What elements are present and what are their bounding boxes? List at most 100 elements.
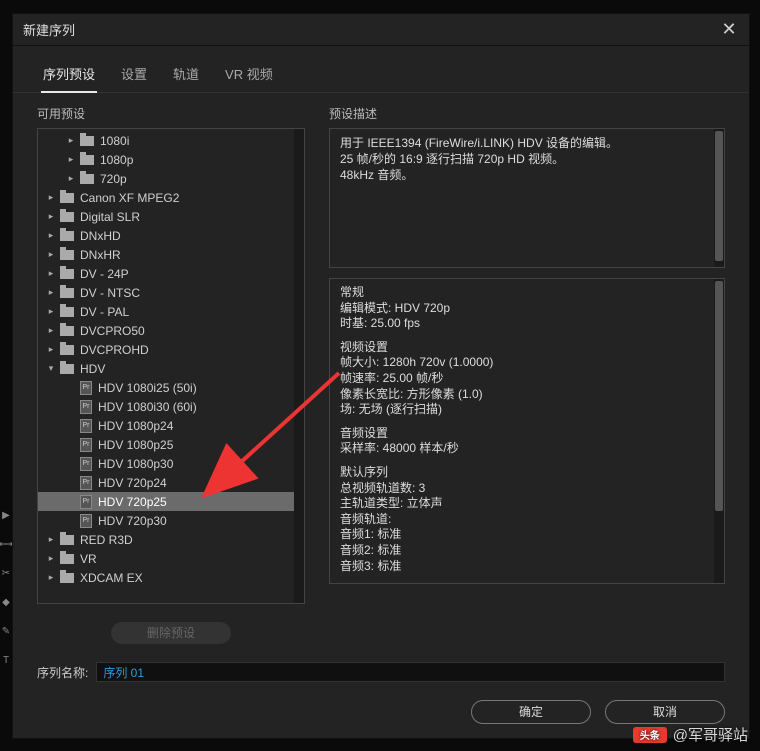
tree-item-label: XDCAM EX (80, 571, 143, 585)
chevron-right-icon[interactable]: ▸ (44, 343, 58, 357)
chevron-right-icon[interactable]: ▸ (44, 552, 58, 566)
delete-preset-button: 删除预设 (111, 622, 231, 644)
detail-line: 音频3: 标准 (340, 559, 714, 575)
tree-item-label: HDV 720p30 (98, 514, 167, 528)
folder-icon (60, 250, 74, 260)
tool-icon: T (3, 655, 9, 666)
chevron-right-icon[interactable]: ▸ (44, 229, 58, 243)
chevron-right-icon[interactable]: ▸ (44, 191, 58, 205)
chevron-right-icon[interactable]: ▸ (64, 172, 78, 186)
folder-icon (80, 136, 94, 146)
tree-item-label: 1080p (100, 153, 133, 167)
tab-vr-video[interactable]: VR 视频 (223, 58, 275, 92)
tree-item-label: RED R3D (80, 533, 133, 547)
detail-line: 默认序列 (340, 465, 714, 481)
chevron-right-icon[interactable]: ▸ (44, 286, 58, 300)
folder-icon (60, 231, 74, 241)
tree-item-label: DV - 24P (80, 267, 129, 281)
tree-item-label: Canon XF MPEG2 (80, 191, 179, 205)
tree-preset[interactable]: PrHDV 720p24 (38, 473, 304, 492)
folder-icon (80, 155, 94, 165)
tree-folder[interactable]: ▸ VR (38, 549, 304, 568)
tree-preset[interactable]: PrHDV 1080p24 (38, 416, 304, 435)
tree-item-label: HDV (80, 362, 105, 376)
tree-folder[interactable]: ▸ Digital SLR (38, 207, 304, 226)
chevron-right-icon[interactable]: ▸ (44, 248, 58, 262)
tree-folder[interactable]: ▸ DV - PAL (38, 302, 304, 321)
chevron-right-icon[interactable]: ▸ (64, 153, 78, 167)
preset-icon: Pr (80, 419, 92, 433)
tree-preset[interactable]: PrHDV 1080p30 (38, 454, 304, 473)
chevron-right-icon[interactable]: ▸ (44, 267, 58, 281)
detail-line: 编辑模式: HDV 720p (340, 301, 714, 317)
folder-icon (60, 212, 74, 222)
tree-item-label: HDV 1080i25 (50i) (98, 381, 197, 395)
tree-folder[interactable]: ▸DNxHD (38, 226, 304, 245)
detail-line: 采样率: 48000 样本/秒 (340, 441, 714, 457)
tree-preset[interactable]: PrHDV 720p25 (38, 492, 304, 511)
tree-item-label: 1080i (100, 134, 129, 148)
chevron-right-icon[interactable]: ▸ (44, 533, 58, 547)
preset-icon: Pr (80, 381, 92, 395)
sequence-name-input[interactable] (96, 662, 725, 682)
tree-preset[interactable]: PrHDV 720p30 (38, 511, 304, 530)
detail-line: 音频2: 标准 (340, 543, 714, 559)
chevron-right-icon[interactable]: ▸ (44, 324, 58, 338)
tree-folder[interactable]: ▸ DV - NTSC (38, 283, 304, 302)
preset-icon: Pr (80, 400, 92, 414)
tree-folder[interactable]: ▸ 720p (38, 169, 304, 188)
folder-icon (60, 269, 74, 279)
tree-folder[interactable]: ▸ XDCAM EX (38, 568, 304, 587)
folder-icon (60, 364, 74, 374)
detail-line: 帧速率: 25.00 帧/秒 (340, 371, 714, 387)
scrollbar[interactable] (714, 129, 724, 267)
tree-preset[interactable]: Pr HDV 1080i25 (50i) (38, 378, 304, 397)
detail-line: 常规 (340, 285, 714, 301)
chevron-right-icon[interactable]: ▸ (44, 210, 58, 224)
tree-preset[interactable]: PrHDV 1080i30 (60i) (38, 397, 304, 416)
tree-item-label: 720p (100, 172, 127, 186)
tree-folder[interactable]: ▸DVCPROHD (38, 340, 304, 359)
chevron-right-icon[interactable]: ▸ (44, 571, 58, 585)
tree-folder[interactable]: ▸ 1080i (38, 131, 304, 150)
tree-folder[interactable]: ▸DVCPRO50 (38, 321, 304, 340)
detail-line: 帧大小: 1280h 720v (1.0000) (340, 355, 714, 371)
scrollbar[interactable] (294, 129, 304, 603)
tree-folder[interactable]: ▸ RED R3D (38, 530, 304, 549)
tree-item-label: HDV 1080p30 (98, 457, 173, 471)
tree-folder[interactable]: ▾ HDV (38, 359, 304, 378)
watermark: 头条 @军哥驿站 (633, 724, 748, 745)
tab-settings[interactable]: 设置 (119, 58, 149, 92)
cancel-button[interactable]: 取消 (605, 700, 725, 724)
tree-item-label: DV - NTSC (80, 286, 140, 300)
tool-icon: ✂ (2, 568, 10, 579)
tree-folder[interactable]: ▸ 1080p (38, 150, 304, 169)
chevron-down-icon[interactable]: ▾ (44, 362, 58, 376)
tree-item-label: DNxHR (80, 248, 121, 262)
tree-folder[interactable]: ▸ DV - 24P (38, 264, 304, 283)
tree-folder[interactable]: ▸ DNxHR (38, 245, 304, 264)
preset-icon: Pr (80, 476, 92, 490)
tree-folder[interactable]: ▸ Canon XF MPEG2 (38, 188, 304, 207)
preset-tree[interactable]: ▸1080i▸1080p▸720p▸Canon XF MPEG2▸Digital… (37, 128, 305, 604)
detail-line: 主轨道类型: 立体声 (340, 496, 714, 512)
close-icon[interactable]: ✕ (719, 19, 739, 40)
tree-item-label: VR (80, 552, 97, 566)
tool-icon: ▶ (2, 510, 10, 521)
folder-icon (60, 193, 74, 203)
tool-icon: ◆ (2, 597, 10, 608)
tab-sequence-presets[interactable]: 序列预设 (41, 58, 97, 93)
folder-icon (60, 573, 74, 583)
tree-preset[interactable]: PrHDV 1080p25 (38, 435, 304, 454)
ok-button[interactable]: 确定 (471, 700, 591, 724)
chevron-right-icon[interactable]: ▸ (44, 305, 58, 319)
tree-item-label: DV - PAL (80, 305, 129, 319)
scrollbar[interactable] (714, 279, 724, 583)
folder-icon (60, 326, 74, 336)
preset-description-label: 预设描述 (329, 101, 725, 128)
chevron-right-icon[interactable]: ▸ (64, 134, 78, 148)
detail-line: 像素长宽比: 方形像素 (1.0) (340, 387, 714, 403)
tab-tracks[interactable]: 轨道 (171, 58, 201, 92)
tree-item-label: Digital SLR (80, 210, 140, 224)
watermark-text: @军哥驿站 (673, 724, 748, 745)
